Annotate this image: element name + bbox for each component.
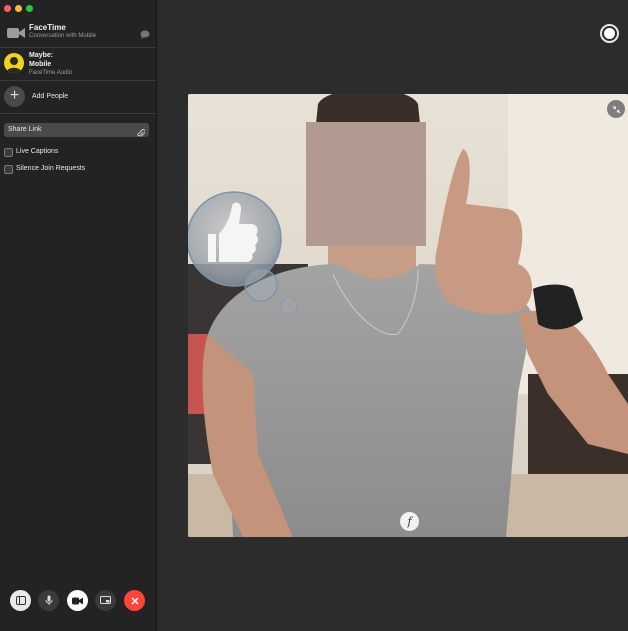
window-controls [4,5,33,12]
video-camera-button[interactable] [67,590,88,611]
checkbox[interactable] [4,165,13,174]
participant-status: FaceTime Audio [29,70,73,76]
divider [0,47,156,48]
participant-name-line2: Mobile [29,61,52,68]
plus-icon: + [4,86,25,107]
silence-join-requests-label: Silence Join Requests [16,165,86,172]
sidebar-icon [15,596,26,605]
person-silhouette-icon [6,57,22,73]
screen-share-button[interactable] [95,590,116,611]
end-call-button[interactable] [124,590,145,611]
minimize-window-button[interactable] [15,5,22,12]
chat-bubble-icon[interactable] [140,26,150,44]
collapse-arrows-icon [612,105,620,113]
remote-video-feed[interactable] [188,94,628,537]
paperclip-icon [137,125,146,143]
reaction-bubble-small [244,268,278,302]
share-link-button[interactable]: Share Link [4,123,149,137]
avatar [4,53,24,73]
close-window-button[interactable] [4,5,11,12]
call-header: FaceTime Conversation with Mobile [0,20,156,48]
microphone-button[interactable] [38,590,59,611]
effects-button[interactable]: f [400,512,419,531]
sidebar-toggle-button[interactable] [10,590,31,611]
participant-row[interactable]: Maybe: Mobile FaceTime Audio [0,50,156,78]
live-captions-label: Live Captions [16,148,59,155]
app-title: FaceTime [29,23,66,32]
checkbox[interactable] [4,148,13,157]
participant-name-line1: Maybe: [29,52,54,59]
divider [0,80,156,81]
effects-icon: f [407,515,412,528]
add-people-button[interactable]: + Add People [0,86,156,108]
screen-share-icon [100,596,111,604]
zoom-window-button[interactable] [26,5,33,12]
blurred-face [306,122,426,246]
shutter-icon [604,28,615,39]
video-camera-icon [72,597,83,604]
share-link-label: Share Link [8,126,42,133]
end-call-icon [131,597,138,604]
reaction-bubble-tiny [280,297,298,315]
sidebar: FaceTime Conversation with Mobile Maybe:… [0,0,157,631]
add-people-label: Add People [32,93,69,100]
silence-join-requests-checkbox[interactable]: Silence Join Requests [4,163,154,175]
video-frame-image [188,94,628,537]
conversation-subtitle: Conversation with Mobile [29,33,97,39]
facetime-video-icon [7,26,25,44]
microphone-icon [45,595,52,605]
shrink-video-button[interactable] [607,100,625,118]
call-controls [0,590,156,612]
live-captions-checkbox[interactable]: Live Captions [4,146,154,158]
capture-live-photo-button[interactable] [600,24,619,43]
divider [0,113,156,114]
